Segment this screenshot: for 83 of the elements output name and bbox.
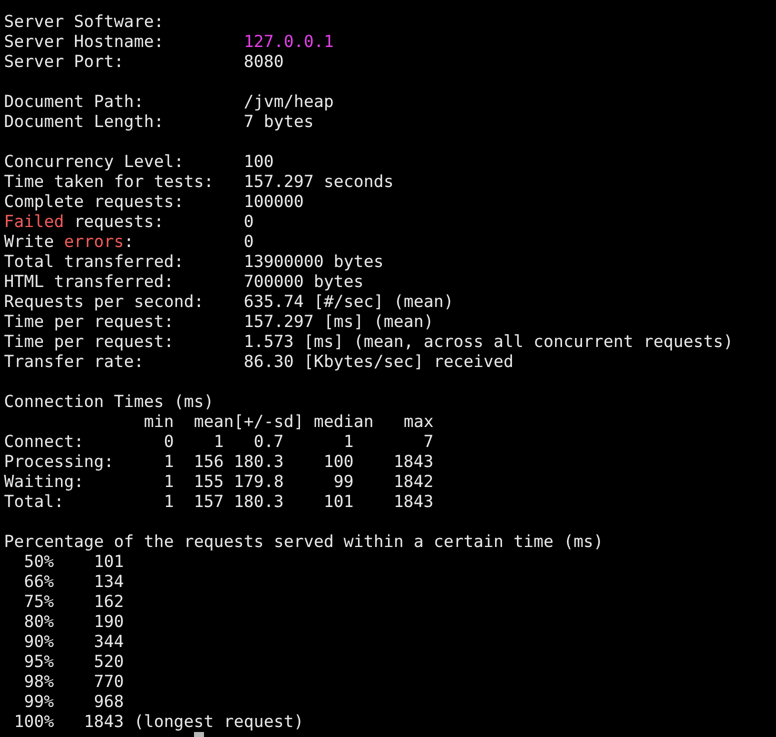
table-cell: 1 xyxy=(164,492,174,512)
table-cell: 180.3 xyxy=(234,452,284,472)
table-cell: 157 xyxy=(194,492,224,512)
field-value: 86.30 [Kbytes/sec] received xyxy=(244,352,514,372)
table-cell: 1843 xyxy=(394,492,434,512)
field-value: 8080 xyxy=(244,52,284,72)
column-header: min xyxy=(144,412,174,432)
table-cell: 155 xyxy=(194,472,224,492)
field-value: 0 xyxy=(244,212,254,232)
time-value: 134 xyxy=(94,572,124,592)
table-cell: 0 xyxy=(164,432,174,452)
table-cell: 179.8 xyxy=(234,472,284,492)
table-cell: 156 xyxy=(194,452,224,472)
table-cell: 7 xyxy=(424,432,434,452)
field-label: Complete requests: xyxy=(4,192,184,212)
time-value: 162 xyxy=(94,592,124,612)
field-label: HTML transferred: xyxy=(4,272,174,292)
time-value: 1843 xyxy=(84,712,124,732)
time-value: 520 xyxy=(94,652,124,672)
time-value: 101 xyxy=(94,552,124,572)
row-label: Connect: xyxy=(4,432,85,452)
percentile-label: 90% xyxy=(24,632,54,652)
column-header: mean[+/-sd] xyxy=(194,412,304,432)
field-value: 1.573 [ms] (mean, across all concurrent requests) xyxy=(244,332,734,352)
table-cell: 1 xyxy=(164,472,174,492)
row-label: Total: xyxy=(4,492,65,512)
error-word: Failed xyxy=(4,212,64,232)
column-header: median xyxy=(314,412,374,432)
field-label: Requests per second: xyxy=(4,292,204,312)
table-cell: 1842 xyxy=(394,472,434,492)
percentile-label: 66% xyxy=(24,572,54,592)
field-label: Concurrency Level: xyxy=(4,152,184,172)
field-value: 100000 xyxy=(244,192,304,212)
field-value: 635.74 [#/sec] (mean) xyxy=(244,292,454,312)
table-cell: 101 xyxy=(324,492,354,512)
field-label: Time taken for tests: xyxy=(4,172,214,192)
table-cell: 100 xyxy=(324,452,354,472)
section-title: Percentage of the requests served within a certain time (ms) xyxy=(4,532,604,552)
percentile-label: 50% xyxy=(24,552,54,572)
time-value: 770 xyxy=(94,672,124,692)
table-cell: 180.3 xyxy=(234,492,284,512)
field-label: Transfer rate: xyxy=(4,352,144,372)
percentile-label: 99% xyxy=(24,692,54,712)
row-label: Processing: xyxy=(4,452,115,472)
table-cell: 0.7 xyxy=(254,432,284,452)
time-value: 344 xyxy=(94,632,124,652)
field-label: Document Length: xyxy=(4,112,164,132)
table-cell: 1843 xyxy=(394,452,434,472)
percentile-label: 98% xyxy=(24,672,54,692)
field-value: 127.0.0.1 xyxy=(244,32,334,52)
percentile-label: 95% xyxy=(24,652,54,672)
column-header: max xyxy=(404,412,434,432)
time-value: 968 xyxy=(94,692,124,712)
field-label: Document Path: xyxy=(4,92,144,112)
error-word: errors xyxy=(64,232,124,252)
table-cell: 1 xyxy=(214,432,224,452)
field-label: Server Software: xyxy=(4,12,164,32)
percentile-label: 75% xyxy=(24,592,54,612)
field-label: Server Hostname: xyxy=(4,32,164,52)
percentile-label: 80% xyxy=(24,612,54,632)
field-value: 700000 bytes xyxy=(244,272,364,292)
field-value: 157.297 seconds xyxy=(244,172,394,192)
field-value: 13900000 bytes xyxy=(244,252,384,272)
field-value: 0 xyxy=(244,232,254,252)
table-cell: 1 xyxy=(164,452,174,472)
field-value: 157.297 [ms] (mean) xyxy=(244,312,434,332)
row-label: Waiting: xyxy=(4,472,85,492)
table-cell: 1 xyxy=(344,432,354,452)
field-value: 7 bytes xyxy=(244,112,314,132)
field-label: Time per request: xyxy=(4,332,174,352)
field-label: : xyxy=(124,232,134,252)
field-value: /jvm/heap xyxy=(244,92,334,112)
section-title: Connection Times (ms) xyxy=(4,392,215,412)
time-value: 190 xyxy=(94,612,124,632)
field-value: 100 xyxy=(244,152,274,172)
field-label: Total transferred: xyxy=(4,252,184,272)
field-label: Time per request: xyxy=(4,312,174,332)
field-label: requests: xyxy=(72,212,164,232)
table-cell: 99 xyxy=(334,472,354,492)
percentile-label: 100% xyxy=(14,712,54,732)
field-label: Server Port: xyxy=(4,52,124,72)
field-label: Write xyxy=(4,232,55,252)
note-text: (longest request) xyxy=(134,712,304,732)
